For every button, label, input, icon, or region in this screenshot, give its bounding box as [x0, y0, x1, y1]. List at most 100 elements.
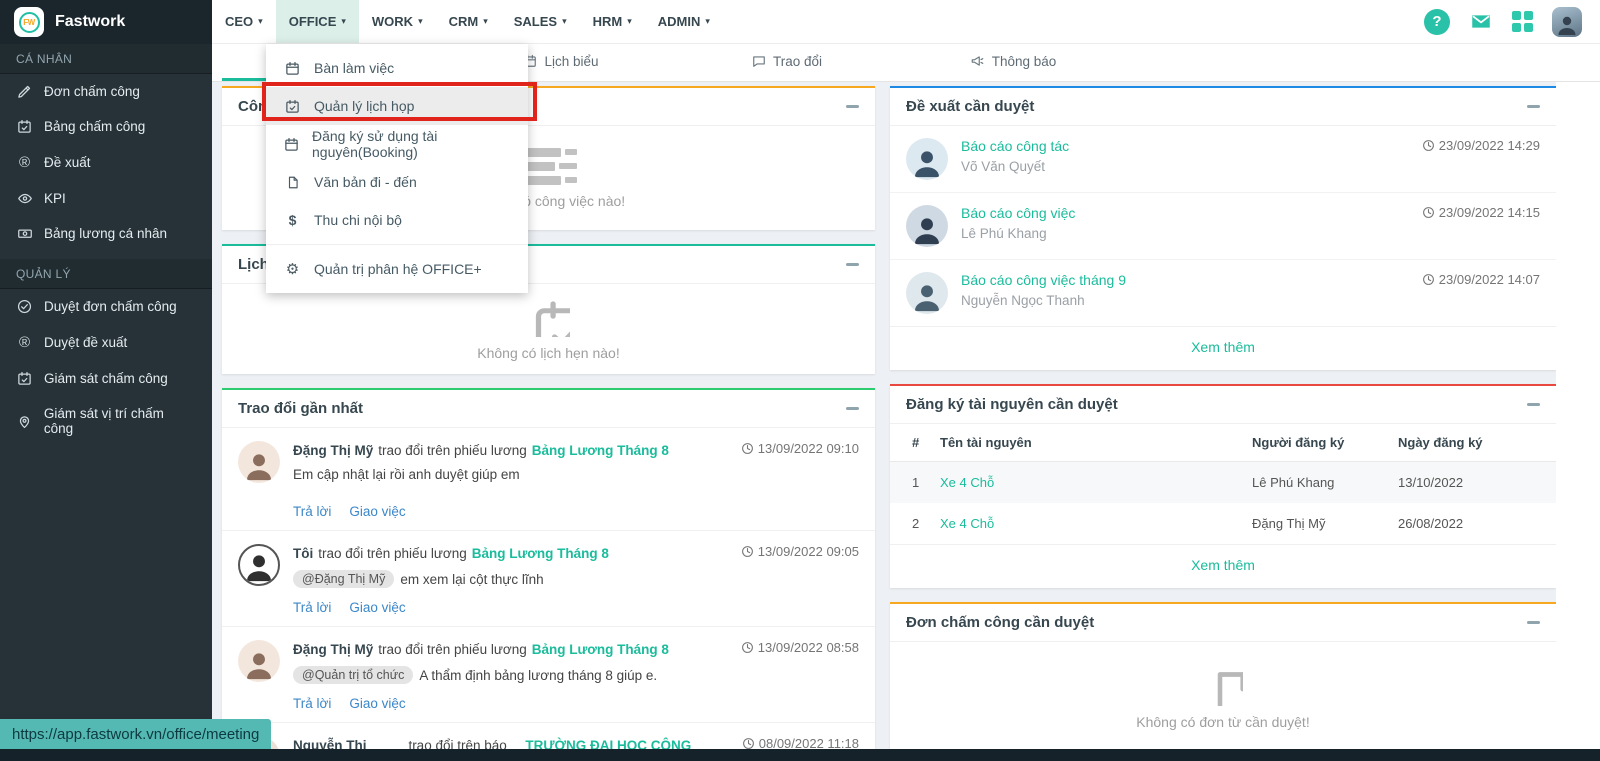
collapse-icon[interactable] [846, 263, 859, 266]
nav-item-crm[interactable]: CRM▾ [436, 0, 501, 43]
sidebar-section-personal: CÁ NHÂN [0, 44, 212, 74]
assign-link[interactable]: Giao việc [349, 696, 405, 711]
tab-trao-doi[interactable]: Trao đổi [674, 44, 900, 81]
panel-title: Trao đổi gần nhất [238, 400, 363, 417]
avatar [238, 544, 280, 586]
chat-icon [752, 54, 766, 68]
appointments-empty-state: Không có lịch hẹn nào! [222, 284, 875, 374]
target-link[interactable]: Bảng Lương Tháng 8 [532, 443, 669, 458]
resource-link[interactable]: Xe 4 Chỗ [940, 475, 994, 490]
chevron-down-icon: ▾ [341, 16, 346, 27]
reply-link[interactable]: Trả lời [293, 504, 331, 519]
registered-icon: ® [16, 154, 33, 171]
collapse-icon[interactable] [846, 105, 859, 108]
panel-proposals: Đề xuất cần duyệt Báo cáo công tác Võ Vă… [890, 86, 1556, 370]
pen-icon [16, 84, 33, 99]
sidebar-item-don-cham-cong[interactable]: Đơn chấm công [0, 74, 212, 109]
reply-link[interactable]: Trả lời [293, 696, 331, 711]
chevron-down-icon: ▾ [258, 16, 263, 27]
avatar [906, 138, 948, 180]
table-row: 1 Xe 4 Chỗ Lê Phú Khang 13/10/2022 [890, 462, 1556, 504]
proposal-link[interactable]: Báo cáo công việc [961, 205, 1075, 221]
discussion-item: Đặng Thị Mỹ trao đổi trên phiếu lương Bả… [222, 428, 875, 531]
avatar [238, 640, 280, 682]
tab-thong-bao[interactable]: Thông báo [900, 44, 1126, 81]
menu-item-quan-tri-phan-he[interactable]: ⚙ Quản trị phân hệ OFFICE+ [266, 250, 528, 288]
clock-icon [741, 442, 754, 455]
sidebar-item-duyet-de-xuat[interactable]: ® Duyệt đề xuất [0, 324, 212, 361]
calendar-check-icon [284, 99, 301, 114]
menu-item-ban-lam-viec[interactable]: Bàn làm việc [266, 49, 528, 87]
sidebar-item-giam-sat-vi-tri[interactable]: Giám sát vị trí chấm công [0, 396, 212, 446]
avatar [906, 272, 948, 314]
mail-icon[interactable] [1469, 11, 1493, 32]
window-bottom-edge [0, 749, 1600, 761]
file-icon [284, 175, 301, 190]
target-link[interactable]: Bảng Lương Tháng 8 [532, 642, 669, 657]
nav-item-sales[interactable]: SALES▾ [501, 0, 580, 43]
sidebar-item-bang-luong[interactable]: Bảng lương cá nhân [0, 216, 212, 251]
nav-right-icons: ? [1424, 0, 1600, 43]
resource-link[interactable]: Xe 4 Chỗ [940, 516, 994, 531]
menu-item-van-ban-di-den[interactable]: Văn bản đi - đến [266, 163, 528, 201]
fastwork-logo-icon: FW [14, 7, 44, 37]
office-dropdown-menu: Bàn làm việc Quản lý lịch họp Đăng ký sử… [266, 44, 528, 293]
see-more-link[interactable]: Xem thêm [1191, 339, 1255, 355]
chevron-down-icon: ▾ [562, 16, 567, 27]
target-link[interactable]: Bảng Lương Tháng 8 [472, 546, 609, 561]
assign-link[interactable]: Giao việc [349, 600, 405, 615]
menu-item-dang-ky-tai-nguyen[interactable]: Đăng ký sử dụng tài nguyên(Booking) [266, 125, 528, 163]
sidebar-item-giam-sat-cham-cong[interactable]: Giám sát chấm công [0, 361, 212, 396]
sidebar-item-duyet-don-cham-cong[interactable]: Duyệt đơn chấm công [0, 289, 212, 324]
eye-icon [16, 191, 33, 206]
calendar-icon [528, 297, 570, 337]
calendar-check-icon [16, 371, 33, 386]
sidebar-item-bang-cham-cong[interactable]: Bảng chấm công [0, 109, 212, 144]
collapse-icon[interactable] [1527, 621, 1540, 624]
chevron-down-icon: ▾ [627, 16, 632, 27]
user-avatar[interactable] [1552, 7, 1582, 37]
column-header: Tên tài nguyên [932, 424, 1244, 462]
menu-item-quan-ly-lich-hop[interactable]: Quản lý lịch họp [266, 87, 528, 125]
nav-item-office[interactable]: OFFICE▾ [276, 0, 359, 43]
column-header: Ngày đăng ký [1390, 424, 1556, 462]
panel-resources: Đăng ký tài nguyên cần duyệt # Tên tài n… [890, 384, 1556, 588]
panel-title: Đăng ký tài nguyên cần duyệt [906, 396, 1118, 413]
proposal-link[interactable]: Báo cáo công tác [961, 138, 1069, 154]
assign-link[interactable]: Giao việc [349, 504, 405, 519]
collapse-icon[interactable] [846, 407, 859, 410]
calendar-icon [284, 137, 299, 152]
proposal-item: Báo cáo công việc Lê Phú Khang 23/09/202… [890, 193, 1556, 260]
calendar-icon [284, 61, 301, 76]
clock-icon [741, 641, 754, 654]
see-more-link[interactable]: Xem thêm [1191, 557, 1255, 573]
proposal-link[interactable]: Báo cáo công việc tháng 9 [961, 272, 1126, 288]
menu-item-thu-chi-noi-bo[interactable]: $ Thu chi nội bộ [266, 201, 528, 239]
nav-item-admin[interactable]: ADMIN▾ [645, 0, 723, 43]
mention-tag: @Quản trị tổ chức [293, 666, 413, 684]
discussion-item: Đặng Thị Mỹ trao đổi trên phiếu lương Bả… [222, 627, 875, 723]
collapse-icon[interactable] [1527, 105, 1540, 108]
column-header: # [890, 424, 932, 462]
nav-item-ceo[interactable]: CEO▾ [212, 0, 276, 43]
apps-grid-icon[interactable] [1512, 11, 1533, 32]
column-header: Người đăng ký [1244, 424, 1390, 462]
scrollbar-track[interactable] [1556, 44, 1600, 749]
right-column: Đề xuất cần duyệt Báo cáo công tác Võ Vă… [890, 86, 1556, 761]
help-icon[interactable]: ? [1424, 9, 1450, 35]
clock-icon [1422, 273, 1435, 286]
discussion-item: Tôi trao đổi trên phiếu lương Bảng Lương… [222, 531, 875, 627]
sidebar-item-de-xuat[interactable]: ® Đề xuất [0, 144, 212, 181]
nav-item-hrm[interactable]: HRM▾ [580, 0, 645, 43]
chevron-down-icon: ▾ [418, 16, 423, 27]
dollar-icon: $ [284, 212, 301, 228]
brand-logo[interactable]: FW Fastwork [0, 0, 212, 44]
panel-title: Đơn chấm công cần duyệt [906, 614, 1094, 631]
reply-link[interactable]: Trả lời [293, 600, 331, 615]
collapse-icon[interactable] [1527, 403, 1540, 406]
chevron-down-icon: ▾ [705, 16, 710, 27]
nav-item-work[interactable]: WORK▾ [359, 0, 436, 43]
clock-icon [741, 545, 754, 558]
proposal-item: Báo cáo công việc tháng 9 Nguyễn Ngọc Th… [890, 260, 1556, 326]
sidebar-item-kpi[interactable]: KPI [0, 181, 212, 216]
